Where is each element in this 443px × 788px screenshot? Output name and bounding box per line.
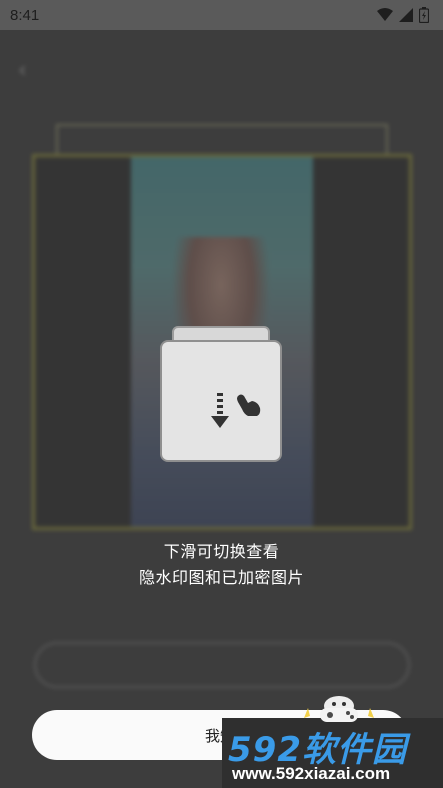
- secondary-button[interactable]: [34, 642, 410, 688]
- battery-icon: [419, 7, 429, 23]
- wifi-icon: [377, 8, 393, 21]
- status-icons: [377, 7, 429, 23]
- guide-card: [160, 340, 282, 462]
- swipe-down-hand-icon: [211, 393, 261, 428]
- guide-text-line-2: 隐水印图和已加密图片: [138, 568, 304, 587]
- signal-icon: [399, 8, 413, 22]
- frame-back: [56, 124, 388, 154]
- watermark-url: www.592xiazai.com: [232, 764, 391, 783]
- back-arrow-icon[interactable]: ‹: [18, 58, 27, 83]
- status-time: 8:41: [10, 6, 40, 24]
- status-bar: 8:41: [0, 0, 443, 30]
- guide-text-line-1: 下滑可切换查看: [163, 542, 280, 561]
